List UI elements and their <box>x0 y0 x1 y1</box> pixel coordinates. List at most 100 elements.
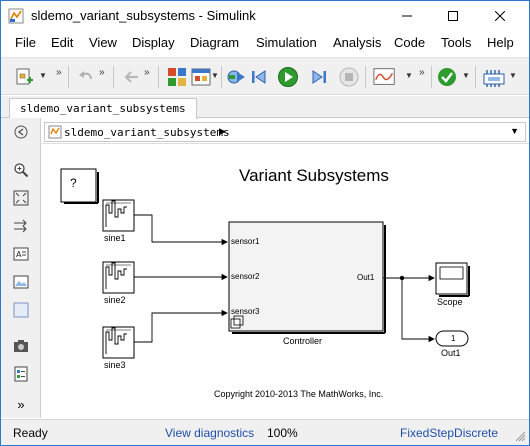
run-icon <box>278 67 298 87</box>
step-back-button[interactable] <box>247 65 271 89</box>
address-dropdown-icon[interactable]: ▼ <box>510 126 519 136</box>
maximize-icon <box>448 11 458 21</box>
new-model-icon <box>16 68 33 85</box>
zoom-level: 100% <box>267 426 298 440</box>
back-button[interactable] <box>119 65 143 89</box>
solver-link[interactable]: FixedStepDiscrete <box>400 426 498 440</box>
scope-block[interactable] <box>435 262 470 297</box>
record-signal-button[interactable] <box>373 65 397 89</box>
menu-analysis[interactable]: Analysis <box>333 35 381 50</box>
breadcrumb-chevron-icon[interactable]: ▶ <box>219 126 226 137</box>
address-path: sldemo_variant_subsystems <box>64 126 230 139</box>
record-overflow-icon[interactable]: » <box>419 68 425 78</box>
menu-diagram[interactable]: Diagram <box>190 35 239 50</box>
address-field[interactable]: sldemo_variant_subsystems ▶ ▼ <box>44 122 526 142</box>
image-button[interactable] <box>13 274 29 290</box>
explorer-dropdown-icon[interactable]: ▼ <box>211 71 219 81</box>
model-canvas[interactable]: ? Variant Subsystems sine1 sine2 sine3 s… <box>42 145 529 418</box>
stop-icon <box>339 67 359 87</box>
port-out1: Out1 <box>357 273 375 282</box>
run-button[interactable] <box>276 65 300 89</box>
menu-bar: File Edit View Display Diagram Simulatio… <box>1 31 529 55</box>
model-explorer-icon <box>191 68 211 86</box>
library-browser-icon <box>168 68 186 86</box>
model-advisor-button[interactable] <box>435 65 459 89</box>
hide-browser-icon <box>14 125 28 139</box>
area-button[interactable] <box>13 302 29 318</box>
annotation-button[interactable]: A <box>13 246 29 262</box>
scope-label: Scope <box>437 297 463 307</box>
close-icon <box>495 11 505 21</box>
zoom-button[interactable] <box>13 162 29 178</box>
out1-label: Out1 <box>441 348 461 358</box>
hide-browser-button[interactable] <box>13 124 29 140</box>
minimize-button[interactable] <box>384 1 430 31</box>
step-forward-icon <box>312 70 326 84</box>
model-icon <box>48 125 62 139</box>
status-state: Ready <box>13 426 48 440</box>
maximize-button[interactable] <box>430 1 476 31</box>
step-forward-button[interactable] <box>307 65 331 89</box>
sine3-block[interactable] <box>102 326 135 359</box>
menu-file[interactable]: File <box>15 35 36 50</box>
model-config-icon <box>227 70 245 84</box>
property-inspector-icon <box>14 366 28 382</box>
build-button[interactable] <box>482 65 506 89</box>
address-bar: sldemo_variant_subsystems ▶ ▼ <box>42 120 529 144</box>
close-button[interactable] <box>477 1 523 31</box>
zoom-in-icon <box>14 163 29 178</box>
tab-strip: sldemo_variant_subsystems <box>1 96 529 119</box>
menu-simulation[interactable]: Simulation <box>256 35 317 50</box>
simulink-window: sldemo_variant_subsystems - Simulink Fil… <box>0 0 530 446</box>
area-icon <box>13 302 29 318</box>
record-icon <box>373 68 395 85</box>
sine2-block[interactable] <box>102 261 135 294</box>
view-diagnostics-link[interactable]: View diagnostics <box>165 426 254 440</box>
sine3-label: sine3 <box>104 360 126 370</box>
window-title: sldemo_variant_subsystems - Simulink <box>31 8 256 23</box>
sine2-label: sine2 <box>104 295 126 305</box>
property-inspector-button[interactable] <box>13 366 29 382</box>
port-sensor2: sensor2 <box>231 272 260 281</box>
menu-edit[interactable]: Edit <box>51 35 73 50</box>
port-sensor1: sensor1 <box>231 237 260 246</box>
menu-view[interactable]: View <box>89 35 117 50</box>
arrow-tool-button[interactable] <box>13 218 29 234</box>
minimize-icon <box>402 15 412 17</box>
palette-more-icon[interactable]: » <box>13 396 29 412</box>
simulink-app-icon <box>8 8 24 24</box>
toolbar: ▼ » » » ▼ ▼ » ▼ ▼ <box>1 57 529 95</box>
back-overflow-icon[interactable]: » <box>144 68 150 78</box>
record-dropdown-icon[interactable]: ▼ <box>405 71 413 81</box>
new-model-dropdown-icon[interactable]: ▼ <box>39 71 47 81</box>
stop-button[interactable] <box>337 65 361 89</box>
undo-button[interactable] <box>74 65 98 89</box>
sine1-label: sine1 <box>104 233 126 243</box>
help-block[interactable] <box>60 168 97 203</box>
tab-model[interactable]: sldemo_variant_subsystems <box>9 98 197 119</box>
menu-code[interactable]: Code <box>394 35 425 50</box>
undo-icon <box>79 71 92 80</box>
controller-label: Controller <box>283 336 323 346</box>
fit-to-view-button[interactable] <box>13 190 29 206</box>
undo-overflow-icon[interactable]: » <box>99 68 105 78</box>
build-dropdown-icon[interactable]: ▼ <box>509 71 517 81</box>
svg-text:A: A <box>16 250 22 259</box>
model-config-button[interactable] <box>224 65 248 89</box>
model-explorer-button[interactable] <box>189 65 213 89</box>
new-model-button[interactable] <box>13 65 37 89</box>
advisor-dropdown-icon[interactable]: ▼ <box>462 71 470 81</box>
menu-tools[interactable]: Tools <box>441 35 471 50</box>
resize-grip-icon[interactable] <box>516 432 526 442</box>
back-arrow-icon <box>124 71 138 83</box>
diagram-title: Variant Subsystems <box>239 166 389 185</box>
menu-help[interactable]: Help <box>487 35 514 50</box>
toolbar-overflow-icon[interactable]: » <box>56 68 62 78</box>
library-browser-button[interactable] <box>165 65 189 89</box>
copyright-annotation: Copyright 2010-2013 The MathWorks, Inc. <box>214 389 384 399</box>
menu-display[interactable]: Display <box>132 35 175 50</box>
port-sensor3: sensor3 <box>231 307 260 316</box>
screenshot-button[interactable] <box>13 338 29 354</box>
sine1-block[interactable] <box>102 199 135 232</box>
step-back-icon <box>252 70 266 84</box>
